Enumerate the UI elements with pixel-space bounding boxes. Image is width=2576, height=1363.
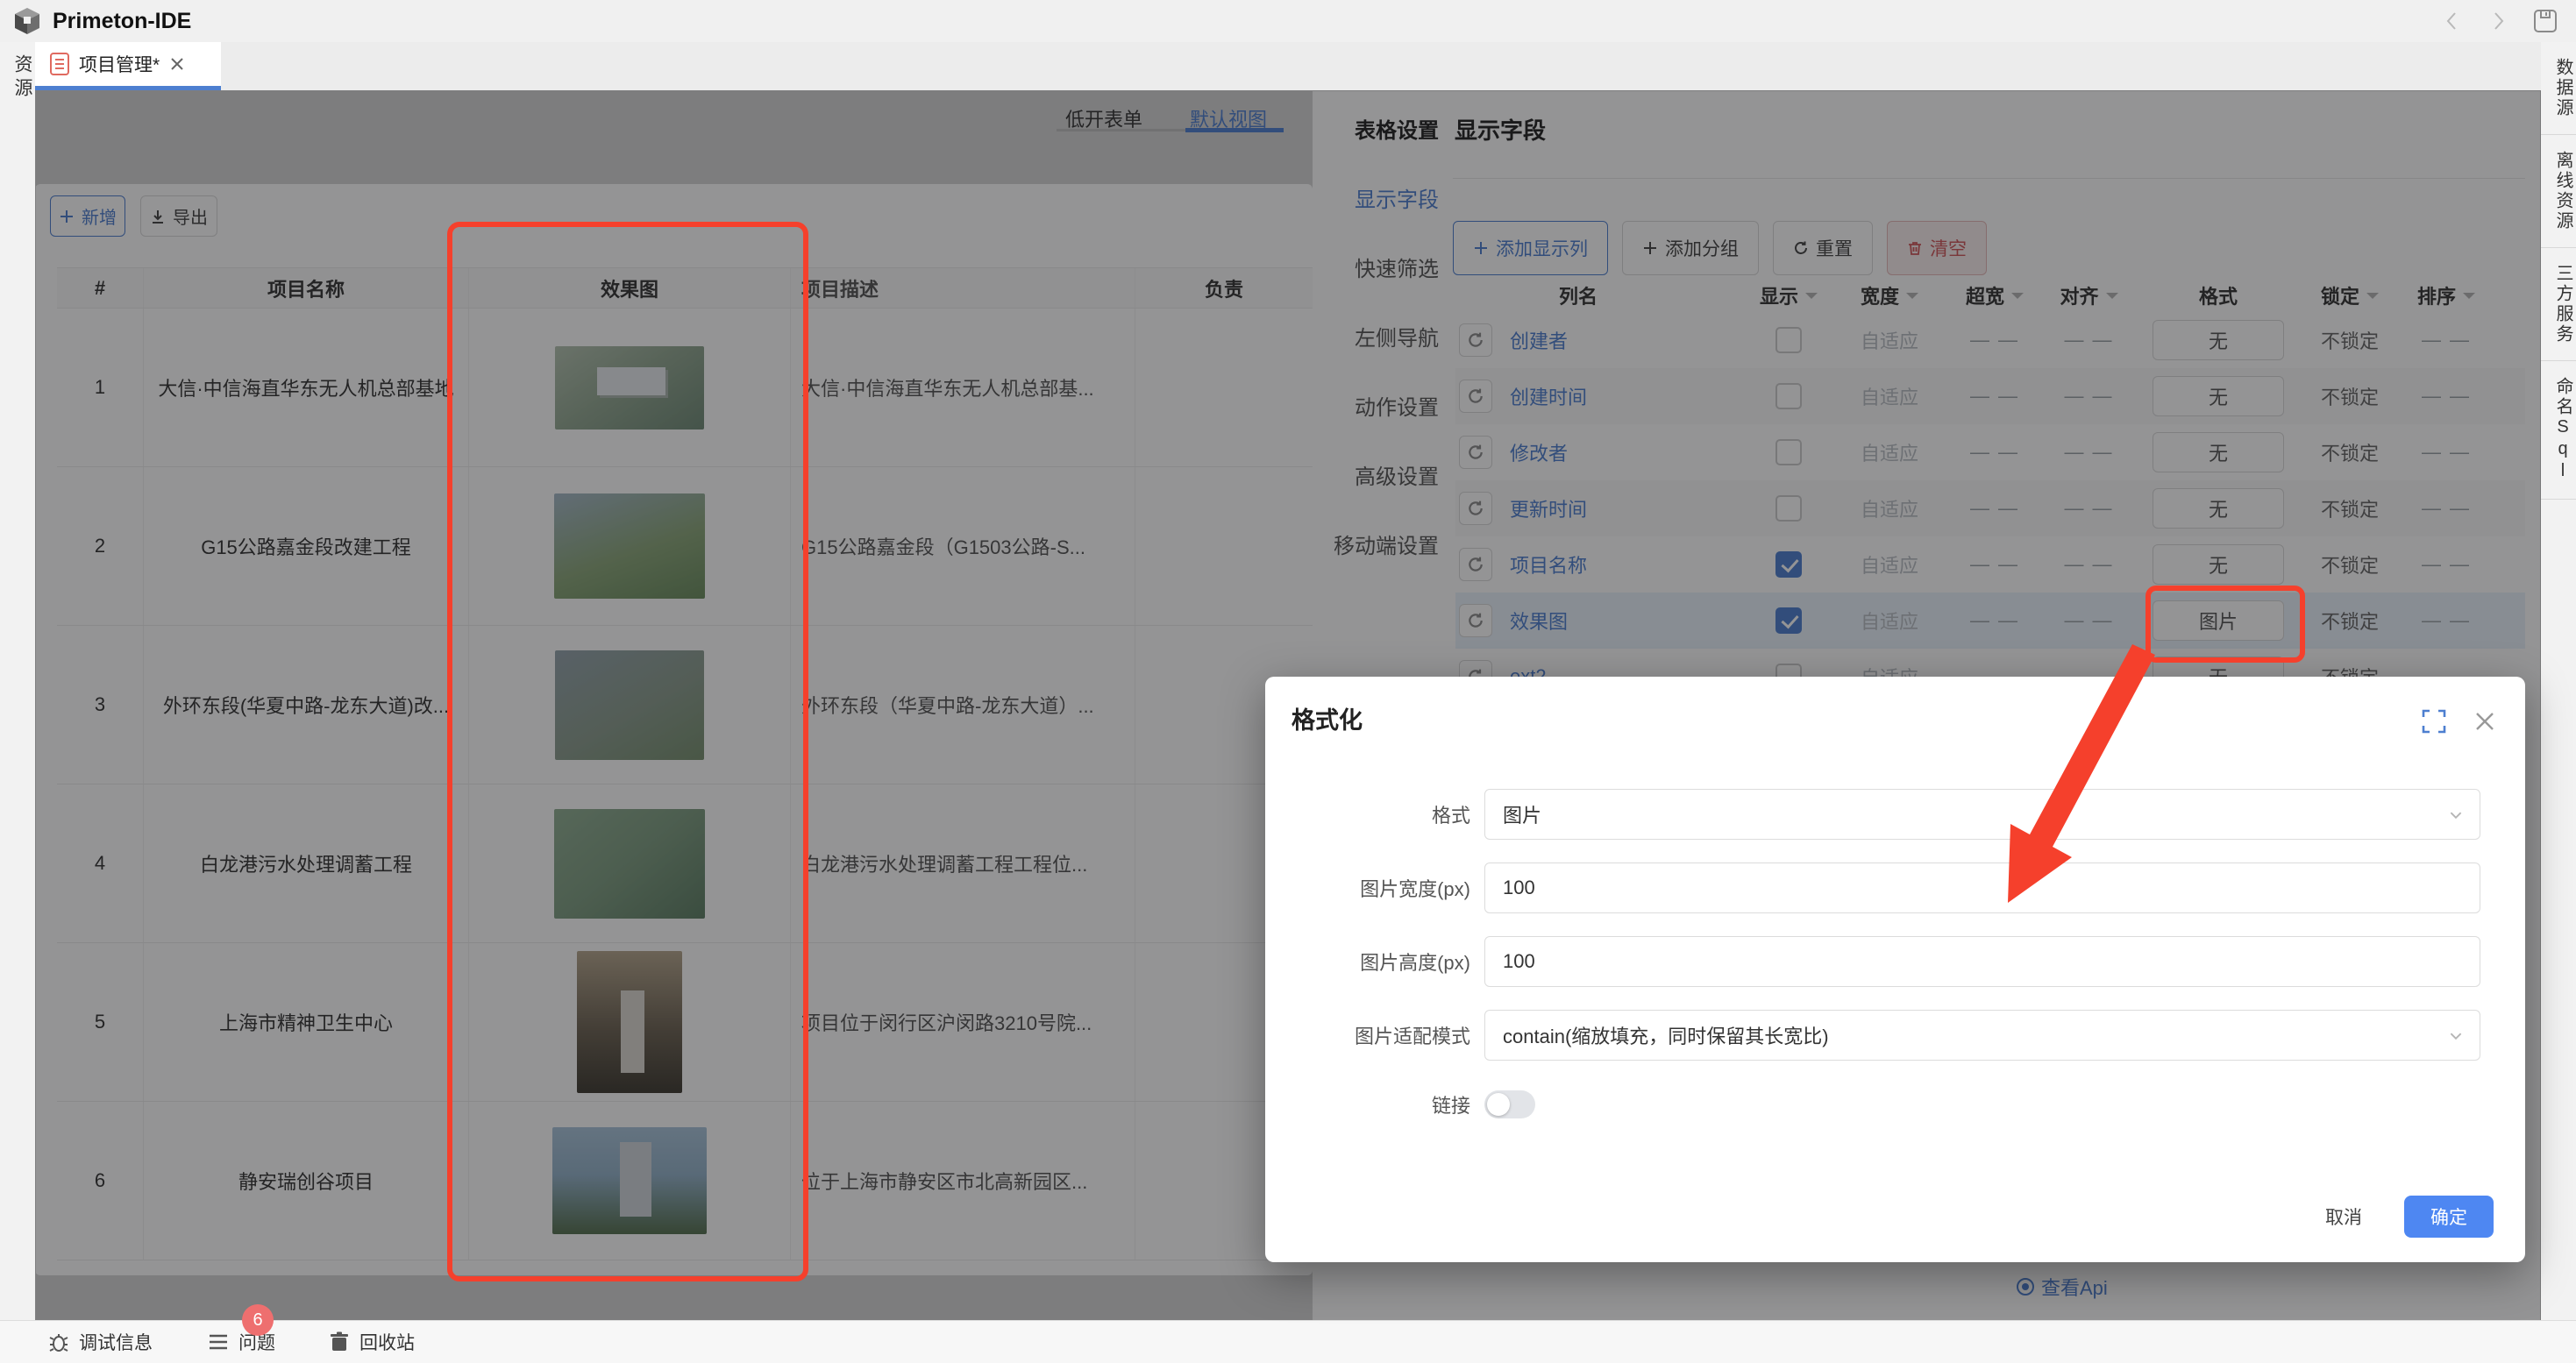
save-icon[interactable] <box>2532 8 2558 34</box>
format-select[interactable]: 图片 <box>1484 789 2480 840</box>
tab-close-icon[interactable] <box>168 55 186 73</box>
app-logo-icon <box>12 6 42 36</box>
link-label: 链接 <box>1265 1090 1484 1118</box>
recycle-bin-label: 回收站 <box>359 1329 415 1355</box>
image-height-input[interactable] <box>1484 936 2480 987</box>
problems-button[interactable]: 问题 6 <box>207 1329 275 1355</box>
fullscreen-icon[interactable] <box>2421 708 2447 735</box>
rail-item-named-sql[interactable]: 命名Sql <box>2541 361 2576 500</box>
link-toggle[interactable] <box>1484 1090 1535 1118</box>
right-rail: 数据源 离线资源 三方服务 命名Sql <box>2540 42 2576 1320</box>
rail-item-datasource[interactable]: 数据源 <box>2541 42 2576 135</box>
image-width-row: 图片宽度(px) <box>1265 863 2494 913</box>
chevron-down-icon <box>2448 807 2464 823</box>
image-fit-select[interactable]: contain(缩放填充，同时保留其长宽比) <box>1484 1010 2480 1061</box>
format-field-row: 格式 图片 <box>1265 789 2494 840</box>
rail-item-thirdparty-services[interactable]: 三方服务 <box>2541 248 2576 361</box>
chevron-down-icon <box>2448 1028 2464 1044</box>
debug-info-label: 调试信息 <box>79 1329 153 1355</box>
tab-label: 项目管理* <box>79 51 160 77</box>
rail-item-resources[interactable]: 资源 <box>0 54 35 102</box>
cancel-button[interactable]: 取消 <box>2320 1203 2367 1231</box>
format-label: 格式 <box>1265 800 1484 828</box>
confirm-button[interactable]: 确定 <box>2404 1196 2494 1238</box>
modal-footer: 取消 确定 <box>2320 1196 2494 1238</box>
status-bar: 调试信息 问题 6 回收站 <box>0 1320 2576 1363</box>
list-icon <box>207 1331 230 1353</box>
modal-title: 格式化 <box>1292 701 1363 735</box>
image-width-input[interactable] <box>1484 863 2480 913</box>
image-fit-label: 图片适配模式 <box>1265 1021 1484 1049</box>
debug-info-button[interactable]: 调试信息 <box>47 1329 153 1355</box>
image-height-row: 图片高度(px) <box>1265 936 2494 987</box>
left-rail: 资源 <box>0 42 36 1320</box>
format-select-value: 图片 <box>1503 800 1541 828</box>
app-title: Primeton-IDE <box>53 9 191 34</box>
image-fit-select-value: contain(缩放填充，同时保留其长宽比) <box>1503 1021 1829 1049</box>
image-height-label: 图片高度(px) <box>1265 948 1484 976</box>
document-icon <box>49 52 70 76</box>
nav-back-icon[interactable] <box>2441 10 2464 32</box>
nav-forward-icon[interactable] <box>2487 10 2509 32</box>
format-modal: 格式化 格式 图片 图片宽度(px) 图片高度(px) 图片适配模式 conta… <box>1265 677 2525 1262</box>
image-fit-row: 图片适配模式 contain(缩放填充，同时保留其长宽比) <box>1265 1010 2494 1061</box>
close-icon[interactable] <box>2472 708 2498 735</box>
document-tab-bar: 项目管理* <box>35 42 2541 91</box>
link-row: 链接 <box>1265 1087 2494 1122</box>
image-width-label: 图片宽度(px) <box>1265 874 1484 902</box>
bug-icon <box>47 1331 70 1353</box>
recycle-bin-button[interactable]: 回收站 <box>328 1329 415 1355</box>
trash-icon <box>328 1331 351 1353</box>
tab-project-management[interactable]: 项目管理* <box>35 42 221 86</box>
rail-item-offline-resources[interactable]: 离线资源 <box>2541 135 2576 248</box>
title-bar: Primeton-IDE <box>0 0 2576 43</box>
problems-count-badge: 6 <box>242 1304 274 1336</box>
